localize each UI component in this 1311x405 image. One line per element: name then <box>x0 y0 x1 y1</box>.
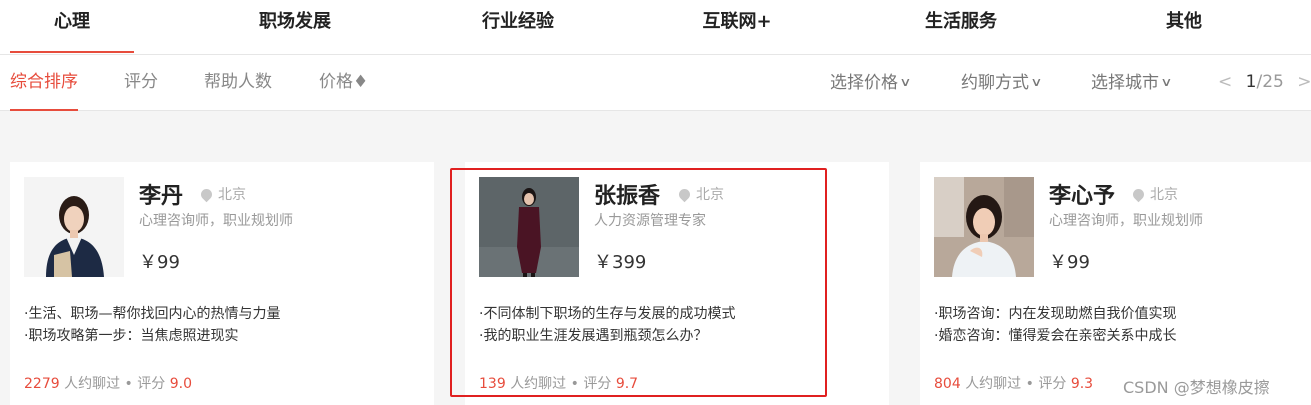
topic-line[interactable]: ·职场咨询：内在发现助燃自我价值实现 <box>934 303 1176 325</box>
chat-count-label: 人约聊过 • 评分 <box>965 376 1067 392</box>
rating-value: 9.0 <box>169 376 192 392</box>
expert-avatar[interactable] <box>934 177 1034 277</box>
expert-topics: ·职场咨询：内在发现助燃自我价值实现 ·婚恋咨询：懂得爱会在亲密关系中成长 <box>934 303 1176 347</box>
expert-name[interactable]: 李心予 <box>1049 178 1115 210</box>
expert-location: 北京 <box>198 184 246 204</box>
rating-value: 9.3 <box>1070 376 1094 392</box>
sort-rating[interactable]: 评分 <box>124 55 158 111</box>
category-nav: 心理 职场发展 行业经验 互联网+ 生活服务 其他 <box>0 0 1311 55</box>
expert-stats: 804 人约聊过 • 评分 9.3 <box>934 373 1093 393</box>
topic-line[interactable]: ·婚恋咨询：懂得爱会在亲密关系中成长 <box>934 325 1176 347</box>
chat-count: 139 <box>479 376 506 392</box>
filter-price-label: 选择价格 <box>830 73 898 93</box>
sort-price[interactable]: 价格♦ <box>319 55 368 111</box>
chat-count: 804 <box>934 376 961 392</box>
expert-name[interactable]: 李丹 <box>139 178 183 210</box>
expert-title: 心理咨询师，职业规划师 <box>1049 213 1203 229</box>
filter-chat-method-label: 约聊方式 <box>961 73 1029 93</box>
expert-price: ￥399 <box>594 252 647 273</box>
expert-topics: ·生活、职场—帮你找回内心的热情与力量 ·职场攻略第一步：当焦虑照进现实 <box>24 303 280 347</box>
expert-price: ￥99 <box>1049 252 1090 273</box>
tab-industry-experience[interactable]: 行业经验 <box>458 0 578 55</box>
watermark: CSDN @梦想橡皮擦 <box>1123 378 1270 397</box>
expert-location: 北京 <box>676 184 724 204</box>
current-page: 1 <box>1245 72 1257 92</box>
expert-location-text: 北京 <box>696 187 724 203</box>
topic-line[interactable]: ·不同体制下职场的生存与发展的成功模式 <box>479 303 735 325</box>
expert-card[interactable]: 张振香 北京 人力资源管理专家 ￥399 ·不同体制下职场的生存与发展的成功模式… <box>465 162 889 405</box>
expert-stats: 139 人约聊过 • 评分 9.7 <box>479 373 638 393</box>
chevron-down-icon: ∨ <box>899 75 912 89</box>
topic-line[interactable]: ·职场攻略第一步：当焦虑照进现实 <box>24 325 280 347</box>
chat-count-label: 人约聊过 • 评分 <box>64 376 166 392</box>
tab-other[interactable]: 其他 <box>1124 0 1244 55</box>
location-pin-icon <box>1130 186 1147 203</box>
sort-filter-bar: 综合排序 评分 帮助人数 价格♦ 选择价格∨ 约聊方式∨ 选择城市∨ < 1/2… <box>0 55 1311 111</box>
chevron-down-icon: ∨ <box>1030 75 1043 89</box>
expert-avatar[interactable] <box>24 177 124 277</box>
rating-value: 9.7 <box>615 376 639 392</box>
expert-avatar[interactable] <box>479 177 579 277</box>
filter-price-dropdown[interactable]: 选择价格∨ <box>830 55 912 111</box>
tab-internet-plus[interactable]: 互联网+ <box>677 0 797 55</box>
expert-title: 心理咨询师，职业规划师 <box>139 213 293 229</box>
topic-line[interactable]: ·我的职业生涯发展遇到瓶颈怎么办？ <box>479 325 735 347</box>
next-page-icon[interactable]: > <box>1297 72 1311 92</box>
expert-name[interactable]: 张振香 <box>594 178 660 210</box>
filter-city-label: 选择城市 <box>1091 73 1159 93</box>
expert-location: 北京 <box>1130 184 1178 204</box>
location-pin-icon <box>198 186 215 203</box>
prev-page-icon[interactable]: < <box>1218 72 1232 92</box>
expert-card[interactable]: 李丹 北京 心理咨询师，职业规划师 ￥99 ·生活、职场—帮你找回内心的热情与力… <box>10 162 434 405</box>
sort-help-count[interactable]: 帮助人数 <box>204 55 272 111</box>
expert-location-text: 北京 <box>1150 187 1178 203</box>
tab-career-development[interactable]: 职场发展 <box>235 0 355 55</box>
chevron-down-icon: ∨ <box>1160 75 1173 89</box>
expert-title: 人力资源管理专家 <box>594 213 706 229</box>
chat-count-label: 人约聊过 • 评分 <box>510 376 612 392</box>
expert-topics: ·不同体制下职场的生存与发展的成功模式 ·我的职业生涯发展遇到瓶颈怎么办？ <box>479 303 735 347</box>
expert-price: ￥99 <box>139 252 180 273</box>
sort-comprehensive[interactable]: 综合排序 <box>10 55 78 111</box>
expert-card[interactable]: 李心予 北京 心理咨询师，职业规划师 ￥99 ·职场咨询：内在发现助燃自我价值实… <box>920 162 1311 405</box>
filter-city-dropdown[interactable]: 选择城市∨ <box>1091 55 1173 111</box>
pagination: < 1/25 > <box>1218 55 1311 111</box>
total-pages: /25 <box>1256 72 1284 92</box>
expert-stats: 2279 人约聊过 • 评分 9.0 <box>24 373 192 393</box>
topic-line[interactable]: ·生活、职场—帮你找回内心的热情与力量 <box>24 303 280 325</box>
location-pin-icon <box>676 186 693 203</box>
filter-chat-method-dropdown[interactable]: 约聊方式∨ <box>961 55 1043 111</box>
tab-psychology[interactable]: 心理 <box>10 0 134 55</box>
tab-life-services[interactable]: 生活服务 <box>901 0 1021 55</box>
expert-location-text: 北京 <box>218 187 246 203</box>
chat-count: 2279 <box>24 376 60 392</box>
